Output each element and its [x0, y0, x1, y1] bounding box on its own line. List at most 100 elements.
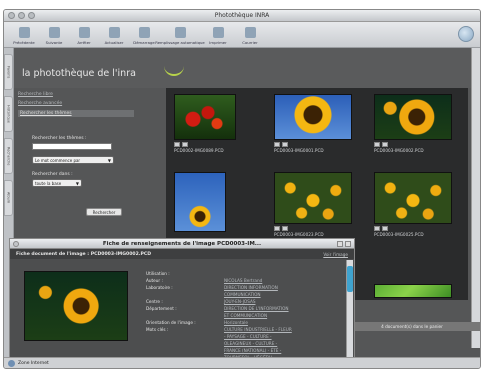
cart-status[interactable]: 4 document(s) dans le panier — [344, 322, 480, 331]
field-value[interactable]: NICOLAS Bertrand — [224, 278, 262, 283]
thumbnail-caption: PCD0003-IMG0025.PCD — [374, 232, 424, 237]
page-scrollbar[interactable] — [471, 48, 480, 348]
gallery-item[interactable]: PCD0003-IMG0023.PCD — [274, 172, 352, 237]
stop-x-icon — [78, 27, 90, 38]
info-icon[interactable] — [282, 226, 288, 231]
window-title: Photothèque INRA — [214, 12, 270, 19]
field-value[interactable]: CULTURE INDUSTRIELLE - FLEUR — [224, 327, 292, 332]
dropdown-arrow-icon: ▼ — [75, 180, 79, 186]
detail-header: Fiche document de l'image : PCD0003-IMG0… — [10, 249, 354, 259]
side-tab-favorites[interactable]: Favoris — [4, 54, 13, 90]
thumbnail-caption: PCD0003-IMG0023.PCD — [274, 232, 324, 237]
thumbnail-image[interactable] — [374, 94, 452, 140]
nav-theme-search[interactable]: Rechercher les thèmes — [18, 110, 134, 117]
field-value[interactable]: DIRECTION DE L'INFORMATION — [224, 306, 289, 311]
thumbnail-caption: PCD0003-IMG0001.PCD — [274, 148, 324, 153]
field-value[interactable]: - PAYSAGE - CULTURE - — [224, 334, 272, 339]
field-key — [140, 292, 224, 297]
where-label: Rechercher dans : — [32, 172, 73, 177]
nav-advanced-search[interactable]: Recherche avancée — [18, 101, 134, 106]
field-value[interactable]: Horizontale — [224, 320, 248, 325]
theme-label: Rechercher les thèmes : — [32, 136, 87, 141]
info-icon[interactable] — [382, 142, 388, 147]
field-value[interactable]: JOUY-EN-JOSAS — [224, 299, 255, 304]
home-button[interactable]: Démarrage — [130, 27, 158, 45]
gallery-item[interactable]: PCD0003-IMG0025.PCD — [374, 172, 452, 237]
info-icon[interactable] — [282, 142, 288, 147]
scroll-thumb[interactable] — [347, 266, 353, 292]
cart-icon[interactable] — [374, 142, 380, 147]
detail-field-row: Orientation de l'image : Horizontale — [140, 320, 340, 325]
side-tab-search[interactable]: Recherche — [4, 138, 13, 174]
autofill-icon — [174, 27, 186, 38]
field-key: Auteur : — [146, 278, 163, 283]
detail-field-row: Centre : JOUY-EN-JOSAS — [140, 299, 340, 304]
refresh-button[interactable]: Actualiser — [100, 27, 128, 45]
field-value[interactable]: ET COMMUNICATION — [224, 313, 267, 318]
browser-logo-icon — [458, 26, 474, 42]
detail-field-row: Mots clés : CULTURE INDUSTRIELLE - FLEUR — [140, 327, 340, 332]
field-key: Département : — [146, 306, 177, 311]
printer-icon — [212, 27, 224, 38]
match-mode-select[interactable]: Le mot commence par ▼ — [32, 156, 114, 164]
detail-field-row: Département : DIRECTION DE L'INFORMATION — [140, 306, 340, 311]
detail-field-row: Laboratoire : DIRECTION INFORMATION — [140, 285, 340, 290]
print-button[interactable]: Imprimer — [202, 27, 234, 45]
field-value[interactable]: FRANCE (NATIONAL) - ÉTÉ - — [224, 348, 281, 353]
status-bar: Zone Internet — [4, 357, 480, 368]
detail-field-row: ET COMMUNICATION — [140, 313, 340, 318]
back-button[interactable]: Précédente — [10, 27, 38, 45]
gallery-item[interactable] — [174, 172, 226, 233]
field-key — [140, 334, 224, 339]
detail-heading: Fiche document de l'image : PCD0003-IMG0… — [16, 251, 152, 257]
field-value[interactable]: OLEAGINEUX - CULTURE - — [224, 341, 277, 346]
nav-free-search[interactable]: Recherche libre — [18, 92, 134, 97]
mail-button[interactable]: Courrier — [236, 27, 264, 45]
gallery-item[interactable]: PCD0003-IMG0002.PCD — [374, 94, 452, 153]
detail-window-controls[interactable] — [337, 241, 351, 247]
gallery-item[interactable] — [374, 284, 452, 298]
cart-icon[interactable] — [374, 226, 380, 231]
field-key: Utilisation : — [146, 271, 170, 276]
window-controls[interactable] — [8, 12, 35, 19]
thumbnail-image[interactable] — [274, 94, 352, 140]
mail-icon — [244, 27, 256, 38]
thumbnail-image[interactable] — [374, 284, 452, 298]
detail-field-row: FRANCE (NATIONAL) - ÉTÉ - — [140, 348, 340, 353]
status-text: Zone Internet — [18, 360, 49, 366]
info-icon[interactable] — [182, 142, 188, 147]
thumbnail-image[interactable] — [174, 172, 226, 232]
cart-icon[interactable] — [274, 226, 280, 231]
side-tab-album[interactable]: Album — [4, 180, 13, 216]
detail-scrollbar[interactable] — [346, 260, 353, 368]
cart-icon[interactable] — [174, 142, 180, 147]
thumbnail-image[interactable] — [274, 172, 352, 224]
home-icon — [138, 27, 150, 38]
thumbnail-image[interactable] — [374, 172, 452, 224]
cart-icon[interactable] — [274, 142, 280, 147]
left-navigation: Recherche libre Recherche avancée Recher… — [18, 92, 134, 121]
gallery-item[interactable]: PCD0003-IMG0001.PCD — [274, 94, 352, 153]
detail-window-title: Fiche de renseignements de l'image PCD00… — [102, 240, 262, 247]
thumbnail-image[interactable] — [174, 94, 236, 140]
field-value[interactable]: DIRECTION INFORMATION — [224, 285, 278, 290]
view-image-link[interactable]: Voir l'image — [323, 252, 348, 257]
theme-input[interactable] — [32, 143, 112, 150]
forward-arrow-icon — [48, 27, 60, 38]
forward-button[interactable]: Suivante — [40, 27, 68, 45]
gallery-item[interactable]: PCD0002-IMG0089.PCD — [174, 94, 236, 153]
search-submit-button[interactable]: Rechercher — [86, 208, 122, 216]
refresh-icon — [108, 27, 120, 38]
close-icon[interactable] — [13, 241, 19, 247]
back-arrow-icon — [18, 27, 30, 38]
dropdown-arrow-icon: ▼ — [107, 157, 111, 163]
stop-button[interactable]: Arrêter — [70, 27, 98, 45]
scope-select[interactable]: toute la base ▼ — [32, 179, 82, 187]
autofill-button[interactable]: Remplissage automatique — [155, 27, 205, 45]
image-detail-window: Fiche de renseignements de l'image PCD00… — [9, 238, 355, 368]
field-value[interactable]: COMMUNICATION — [224, 292, 261, 297]
field-key: Orientation de l'image : — [146, 320, 196, 325]
detail-fields: Utilisation : Auteur : NICOLAS Bertrand Lab… — [140, 271, 340, 362]
side-tab-history[interactable]: Historique — [4, 96, 13, 132]
info-icon[interactable] — [382, 226, 388, 231]
